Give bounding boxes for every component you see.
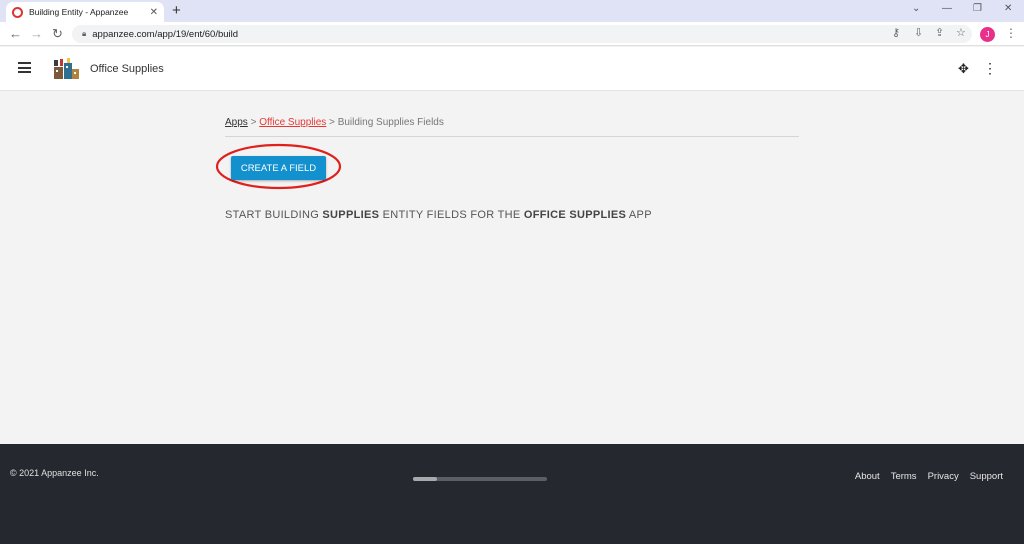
footer-link-privacy[interactable]: Privacy (928, 471, 959, 482)
app-menu-icon[interactable]: ⋮ (983, 60, 997, 77)
footer-link-about[interactable]: About (855, 471, 880, 482)
profile-avatar[interactable]: J (980, 27, 995, 42)
tab-search-icon[interactable]: ⌄ (912, 3, 920, 14)
back-arrow-icon[interactable]: ← (9, 26, 22, 41)
restore-icon[interactable]: ❐ (973, 3, 982, 14)
content-divider (225, 136, 799, 137)
breadcrumb-separator: > (326, 117, 338, 128)
message-app-name: OFFICE SUPPLIES (523, 209, 627, 221)
browser-tab-bar: Building Entity - Appanzee ✕ + ⌄ — ❐ ✕ (0, 0, 1024, 22)
window-close-icon[interactable]: ✕ (1004, 3, 1012, 14)
footer-link-support[interactable]: Support (970, 471, 1003, 482)
browser-toolbar: ← → ↻ 🔒︎ appanzee.com/app/19/ent/60/buil… (0, 22, 1024, 46)
message-text: ENTITY FIELDS FOR THE (379, 209, 524, 221)
page-footer: © 2021 Appanzee Inc. About Terms Privacy… (0, 444, 1024, 544)
tab-close-icon[interactable]: ✕ (150, 7, 158, 18)
breadcrumb-separator: > (247, 117, 260, 128)
breadcrumb: Apps > Office Supplies > Building Suppli… (225, 117, 444, 128)
message-text: APP (626, 209, 652, 221)
hamburger-menu-icon[interactable] (18, 62, 31, 73)
minimize-icon[interactable]: — (942, 3, 952, 14)
install-app-icon[interactable]: ⇩ (914, 26, 923, 39)
tab-title: Building Entity - Appanzee (29, 7, 129, 17)
gamepad-icon[interactable]: ✥ (958, 61, 969, 77)
message-text: START BUILDING (225, 209, 323, 221)
app-header: Office Supplies ✥ ⋮ (0, 47, 1024, 91)
office-supplies-logo-icon (54, 58, 79, 79)
key-icon[interactable]: ⚷ (892, 26, 900, 39)
bookmark-star-icon[interactable]: ☆ (956, 26, 966, 39)
breadcrumb-apps-link[interactable]: Apps (225, 117, 248, 128)
browser-tab[interactable]: Building Entity - Appanzee ✕ (6, 2, 164, 22)
appanzee-favicon-icon (12, 6, 23, 18)
scrollbar-thumb[interactable] (413, 477, 437, 481)
horizontal-scrollbar[interactable] (413, 477, 547, 481)
browser-menu-icon[interactable]: ⋮ (1005, 26, 1017, 40)
empty-state-message: START BUILDING SUPPLIES ENTITY FIELDS FO… (225, 209, 652, 221)
url-text: appanzee.com/app/19/ent/60/build (92, 28, 239, 40)
copyright-text: © 2021 Appanzee Inc. (10, 468, 99, 478)
create-field-button[interactable]: CREATE A FIELD (231, 156, 326, 180)
new-tab-button[interactable]: + (172, 2, 181, 19)
lock-icon: 🔒︎ (82, 29, 87, 38)
forward-arrow-icon[interactable]: → (30, 26, 43, 41)
address-bar[interactable]: 🔒︎ appanzee.com/app/19/ent/60/build (72, 25, 972, 43)
footer-links: About Terms Privacy Support (855, 471, 1003, 482)
footer-link-terms[interactable]: Terms (891, 471, 917, 482)
breadcrumb-current: Building Supplies Fields (337, 117, 444, 128)
share-icon[interactable]: ⇪ (935, 26, 944, 39)
app-title: Office Supplies (90, 63, 164, 75)
message-entity-name: SUPPLIES (322, 209, 380, 221)
breadcrumb-office-supplies-link[interactable]: Office Supplies (259, 117, 326, 128)
reload-icon[interactable]: ↻ (52, 26, 63, 42)
